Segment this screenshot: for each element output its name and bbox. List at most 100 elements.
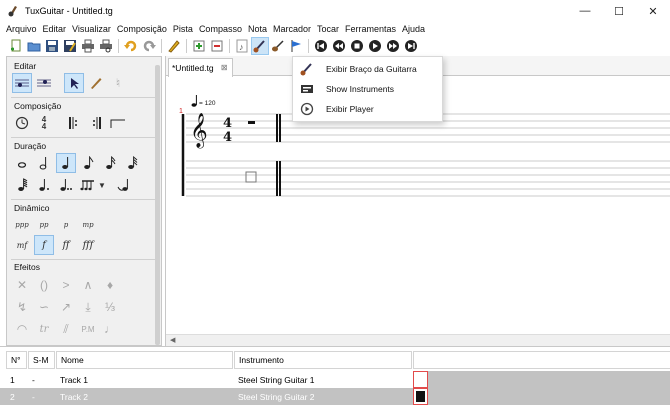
table-row-selected[interactable]: 2 - Track 2 Steel String Guitar 2 xyxy=(0,388,670,405)
next-measure-icon[interactable] xyxy=(384,37,402,55)
menu-ferramentas[interactable]: Ferramentas xyxy=(343,24,400,34)
open-folder-icon[interactable] xyxy=(25,37,43,55)
sixteenth-note-icon[interactable] xyxy=(100,153,120,173)
previous-measure-icon[interactable] xyxy=(330,37,348,55)
tapping-icon[interactable]: ◠ xyxy=(12,319,32,339)
close-button[interactable]: ✕ xyxy=(636,0,670,22)
undo-icon[interactable] xyxy=(122,37,140,55)
trill-button[interactable]: tr xyxy=(34,319,54,339)
accent-icon[interactable]: > xyxy=(56,275,76,295)
print-icon[interactable] xyxy=(79,37,97,55)
selection-cursor-icon[interactable] xyxy=(64,73,84,93)
menu-arquivo[interactable]: Arquivo xyxy=(4,24,41,34)
menu-item-show-instruments[interactable]: Show Instruments xyxy=(293,79,442,99)
vibrato-icon[interactable]: ∽ xyxy=(34,297,54,317)
menu-nota[interactable]: Nota xyxy=(246,24,271,34)
palm-mute-button[interactable]: P.M xyxy=(78,319,98,339)
half-note-icon[interactable] xyxy=(34,153,54,173)
slide-icon[interactable]: ↗ xyxy=(56,297,76,317)
add-track-icon[interactable] xyxy=(190,37,208,55)
thirty-second-note-icon[interactable] xyxy=(122,153,142,173)
minimize-button[interactable]: — xyxy=(568,0,602,22)
track-solo-mute[interactable]: - xyxy=(28,388,35,405)
column-header-name[interactable]: Nome xyxy=(56,351,233,369)
sixty-fourth-note-icon[interactable] xyxy=(12,175,32,195)
dynamic-mf-button[interactable]: mf xyxy=(12,235,32,255)
time-signature-icon[interactable]: 44 xyxy=(34,113,54,133)
menu-compasso[interactable]: Compasso xyxy=(197,24,246,34)
dynamic-pp-button[interactable]: pp xyxy=(34,215,54,235)
editor-horizontal-scrollbar[interactable]: ◀ xyxy=(166,334,670,346)
tab-untitled[interactable]: *Untitled.tg ⊠ xyxy=(168,58,233,77)
repeat-close-icon[interactable] xyxy=(86,113,106,133)
grace-note-icon[interactable]: ⤓ xyxy=(78,297,98,317)
edit-mode-icon[interactable] xyxy=(165,37,183,55)
pencil-icon[interactable] xyxy=(86,73,106,93)
track-measure-cell[interactable] xyxy=(413,388,428,405)
quarter-note-icon[interactable] xyxy=(56,153,76,173)
scroll-left-arrow-icon[interactable]: ◀ xyxy=(170,336,175,344)
column-header-instrument[interactable]: Instrumento xyxy=(234,351,412,369)
play-icon[interactable] xyxy=(366,37,384,55)
menu-ajuda[interactable]: Ajuda xyxy=(400,24,429,34)
column-header-solo-mute[interactable]: S-M xyxy=(28,351,55,369)
stop-icon[interactable] xyxy=(348,37,366,55)
menu-marcador[interactable]: Marcador xyxy=(271,24,315,34)
score-edit-mode-icon[interactable] xyxy=(12,73,32,93)
dynamic-fff-button[interactable]: fff xyxy=(78,235,98,255)
print-preview-icon[interactable] xyxy=(97,37,115,55)
menu-item-show-player[interactable]: Exibir Player xyxy=(293,99,442,119)
menu-composicao[interactable]: Composição xyxy=(115,24,171,34)
double-dotted-note-icon[interactable] xyxy=(56,175,76,195)
table-row[interactable]: 1 - Track 1 Steel String Guitar 1 xyxy=(0,371,670,388)
remove-track-icon[interactable] xyxy=(208,37,226,55)
dynamic-ppp-button[interactable]: ppp xyxy=(12,215,32,235)
dead-note-icon[interactable]: ✕ xyxy=(12,275,32,295)
alternate-ending-icon[interactable] xyxy=(108,113,128,133)
fretboard-icon[interactable] xyxy=(251,37,269,55)
tremolo-icon[interactable]: ⫽ xyxy=(56,319,76,339)
dynamic-ff-button[interactable]: ff xyxy=(56,235,76,255)
ghost-note-icon[interactable]: () xyxy=(34,275,54,295)
score-view-icon[interactable]: ♪ xyxy=(233,37,251,55)
heavy-accent-icon[interactable]: ∧ xyxy=(78,275,98,295)
tempo-clock-icon[interactable] xyxy=(12,113,32,133)
dotted-note-icon[interactable] xyxy=(34,175,54,195)
panel-scrollbar[interactable] xyxy=(155,65,160,345)
guitar-icon[interactable] xyxy=(269,37,287,55)
fraction-icon[interactable]: ⅓ xyxy=(100,297,120,317)
bend-icon[interactable]: ↯ xyxy=(12,297,32,317)
column-header-number[interactable]: N° xyxy=(6,351,27,369)
staccato-icon[interactable]: ♩ xyxy=(100,319,120,339)
tied-note-icon[interactable] xyxy=(114,175,134,195)
whole-note-icon[interactable] xyxy=(12,153,32,173)
natural-icon[interactable]: ♮ xyxy=(108,73,128,93)
tuplet-dropdown-arrow-icon[interactable]: ▼ xyxy=(96,175,108,195)
harmonic-icon[interactable]: ♦ xyxy=(100,275,120,295)
double-bar-end-tab xyxy=(276,161,281,196)
menu-item-show-fretboard[interactable]: Exibir Braço da Guitarra xyxy=(293,59,442,79)
tab-edit-mode-icon[interactable] xyxy=(34,73,54,93)
track-measure-cell[interactable] xyxy=(413,371,428,388)
tab-caret-cursor[interactable] xyxy=(245,171,257,183)
maximize-button[interactable]: ☐ xyxy=(602,0,636,22)
dynamic-p-button[interactable]: p xyxy=(56,215,76,235)
dynamic-mp-button[interactable]: mp xyxy=(78,215,98,235)
new-file-icon[interactable] xyxy=(7,37,25,55)
track-solo-mute[interactable]: - xyxy=(28,371,35,388)
tab-close-icon[interactable]: ⊠ xyxy=(221,63,228,72)
save-as-icon[interactable] xyxy=(61,37,79,55)
dynamic-f-button[interactable]: f xyxy=(34,235,54,255)
tuplet-icon[interactable] xyxy=(78,175,98,195)
menu-editar[interactable]: Editar xyxy=(41,24,71,34)
marker-flag-icon[interactable] xyxy=(287,37,305,55)
menu-visualizar[interactable]: Visualizar xyxy=(70,24,115,34)
eighth-note-icon[interactable] xyxy=(78,153,98,173)
save-icon[interactable] xyxy=(43,37,61,55)
menu-pista[interactable]: Pista xyxy=(171,24,197,34)
menu-tocar[interactable]: Tocar xyxy=(315,24,343,34)
repeat-open-icon[interactable] xyxy=(64,113,84,133)
last-measure-icon[interactable] xyxy=(402,37,420,55)
first-measure-icon[interactable] xyxy=(312,37,330,55)
redo-icon[interactable] xyxy=(140,37,158,55)
